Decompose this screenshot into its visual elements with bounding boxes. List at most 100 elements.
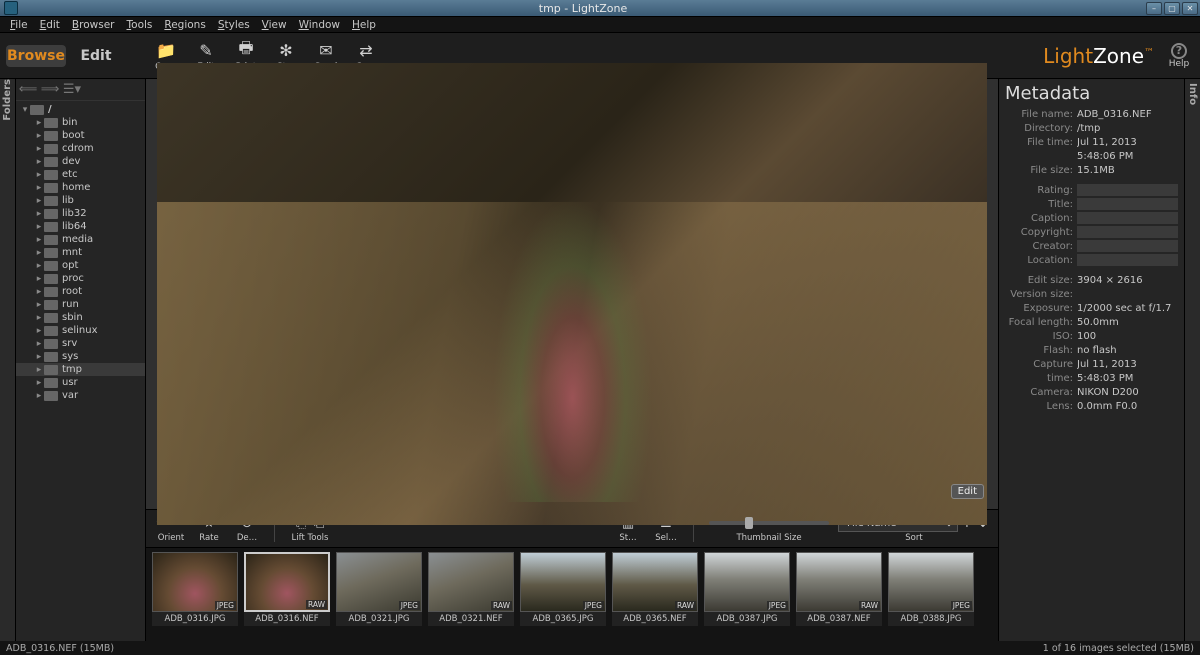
meta-directory: Directory:/tmp — [1005, 122, 1178, 136]
filmstrip[interactable]: JPEGADB_0316.JPGRAWADB_0316.NEFJPEGADB_0… — [146, 547, 998, 641]
meta-input[interactable] — [1077, 254, 1178, 266]
menu-window[interactable]: Window — [293, 19, 346, 31]
meta-camera: Camera:NIKON D200 — [1005, 386, 1178, 400]
meta-lens: Lens:0.0mm F0.0 — [1005, 400, 1178, 414]
meta-exposure: Exposure:1/2000 sec at f/1.7 — [1005, 302, 1178, 316]
meta-input[interactable] — [1077, 198, 1178, 210]
folder-bin[interactable]: ▸bin — [16, 116, 145, 129]
app-window: tmp - LightZone – ▢ ✕ FileEditBrowserToo… — [0, 0, 1200, 655]
meta-focallength: Focal length:50.0mm — [1005, 316, 1178, 330]
thumb-image: RAW — [612, 552, 698, 612]
thumb-ADB_0316.NEF[interactable]: RAWADB_0316.NEF — [244, 552, 330, 626]
meta-rating[interactable]: Rating: — [1005, 184, 1178, 198]
maximize-button[interactable]: ▢ — [1164, 2, 1180, 15]
meta-input[interactable] — [1077, 240, 1178, 252]
meta-title[interactable]: Title: — [1005, 198, 1178, 212]
thumb-image: JPEG — [152, 552, 238, 612]
thumb-caption: ADB_0321.JPG — [336, 612, 422, 626]
folder-mnt[interactable]: ▸mnt — [16, 246, 145, 259]
meta-input[interactable] — [1077, 212, 1178, 224]
menu-regions[interactable]: Regions — [158, 19, 211, 31]
edit-icon: ✎ — [195, 39, 217, 61]
folder-home[interactable]: ▸home — [16, 181, 145, 194]
thumb-image: RAW — [428, 552, 514, 612]
format-badge: RAW — [491, 601, 512, 610]
edit-badge[interactable]: Edit — [951, 484, 984, 499]
thumbnail-size-slider[interactable] — [709, 521, 829, 525]
thumb-ADB_0387.JPG[interactable]: JPEGADB_0387.JPG — [704, 552, 790, 626]
minimize-button[interactable]: – — [1146, 2, 1162, 15]
status-left: ADB_0316.NEF (15MB) — [6, 643, 114, 654]
meta-filename: File name:ADB_0316.NEF — [1005, 108, 1178, 122]
nav-fwd-icon[interactable]: ⟹ — [42, 82, 58, 98]
folder-var[interactable]: ▸var — [16, 389, 145, 402]
thumb-ADB_0365.NEF[interactable]: RAWADB_0365.NEF — [612, 552, 698, 626]
folder-sbin[interactable]: ▸sbin — [16, 311, 145, 324]
app-icon — [4, 1, 18, 15]
format-badge: JPEG — [767, 601, 788, 610]
thumb-ADB_0388.JPG[interactable]: JPEGADB_0388.JPG — [888, 552, 974, 626]
convert-icon: ⇄ — [355, 39, 377, 61]
menu-view[interactable]: View — [256, 19, 293, 31]
folder-opt[interactable]: ▸opt — [16, 259, 145, 272]
help-button[interactable]: ? Help — [1164, 43, 1194, 69]
folder-dev[interactable]: ▸dev — [16, 155, 145, 168]
folder-boot[interactable]: ▸boot — [16, 129, 145, 142]
thumb-caption: ADB_0365.NEF — [612, 612, 698, 626]
folder-root[interactable]: ▾/ — [16, 103, 145, 116]
mode-browse[interactable]: Browse — [6, 45, 66, 67]
folder-selinux[interactable]: ▸selinux — [16, 324, 145, 337]
menu-help[interactable]: Help — [346, 19, 382, 31]
folder-cdrom[interactable]: ▸cdrom — [16, 142, 145, 155]
nav-menu-icon[interactable]: ☰▾ — [64, 82, 80, 98]
thumb-ADB_0316.JPG[interactable]: JPEGADB_0316.JPG — [152, 552, 238, 626]
thumb-ADB_0321.NEF[interactable]: RAWADB_0321.NEF — [428, 552, 514, 626]
meta-filesize: File size:15.1MB — [1005, 164, 1178, 178]
meta-input[interactable] — [1077, 226, 1178, 238]
folder-sys[interactable]: ▸sys — [16, 350, 145, 363]
meta-location[interactable]: Location: — [1005, 254, 1178, 268]
meta-capturetime: Capture time:Jul 11, 2013 5:48:03 PM — [1005, 358, 1178, 386]
menu-browser[interactable]: Browser — [66, 19, 121, 31]
close-button[interactable]: ✕ — [1182, 2, 1198, 15]
meta-flash: Flash:no flash — [1005, 344, 1178, 358]
menu-edit[interactable]: Edit — [34, 19, 66, 31]
meta-caption[interactable]: Caption: — [1005, 212, 1178, 226]
folder-proc[interactable]: ▸proc — [16, 272, 145, 285]
info-tab[interactable]: Info — [1184, 79, 1200, 641]
folder-run[interactable]: ▸run — [16, 298, 145, 311]
mode-switch: Browse Edit — [6, 45, 126, 67]
thumb-ADB_0321.JPG[interactable]: JPEGADB_0321.JPG — [336, 552, 422, 626]
meta-input[interactable] — [1077, 184, 1178, 196]
metadata-panel: Metadata File name:ADB_0316.NEFDirectory… — [998, 79, 1184, 641]
mode-edit[interactable]: Edit — [66, 45, 126, 67]
folders-tab[interactable]: Folders — [0, 79, 16, 641]
thumb-ADB_0365.JPG[interactable]: JPEGADB_0365.JPG — [520, 552, 606, 626]
folder-lib[interactable]: ▸lib — [16, 194, 145, 207]
menu-styles[interactable]: Styles — [212, 19, 256, 31]
folder-usr[interactable]: ▸usr — [16, 376, 145, 389]
thumb-ADB_0387.NEF[interactable]: RAWADB_0387.NEF — [796, 552, 882, 626]
menu-file[interactable]: File — [4, 19, 34, 31]
thumb-image: RAW — [244, 552, 330, 612]
thumb-caption: ADB_0387.NEF — [796, 612, 882, 626]
thumb-caption: ADB_0388.JPG — [888, 612, 974, 626]
nav-back-icon[interactable]: ⟸ — [20, 82, 36, 98]
window-title: tmp - LightZone — [22, 2, 1144, 15]
meta-creator[interactable]: Creator: — [1005, 240, 1178, 254]
menubar: FileEditBrowserToolsRegionsStylesViewWin… — [0, 17, 1200, 33]
folder-etc[interactable]: ▸etc — [16, 168, 145, 181]
folder-lib32[interactable]: ▸lib32 — [16, 207, 145, 220]
meta-copyright[interactable]: Copyright: — [1005, 226, 1178, 240]
menu-tools[interactable]: Tools — [121, 19, 159, 31]
status-right: 1 of 16 images selected (15MB) — [1043, 643, 1194, 654]
folders-panel: ⟸ ⟹ ☰▾ ▾/▸bin▸boot▸cdrom▸dev▸etc▸home▸li… — [16, 79, 146, 641]
folder-root[interactable]: ▸root — [16, 285, 145, 298]
folder-srv[interactable]: ▸srv — [16, 337, 145, 350]
folder-media[interactable]: ▸media — [16, 233, 145, 246]
thumb-image: JPEG — [704, 552, 790, 612]
folder-lib64[interactable]: ▸lib64 — [16, 220, 145, 233]
folder-tree[interactable]: ▾/▸bin▸boot▸cdrom▸dev▸etc▸home▸lib▸lib32… — [16, 101, 145, 641]
preview-area[interactable]: Edit — [146, 79, 998, 509]
folder-tmp[interactable]: ▸tmp — [16, 363, 145, 376]
